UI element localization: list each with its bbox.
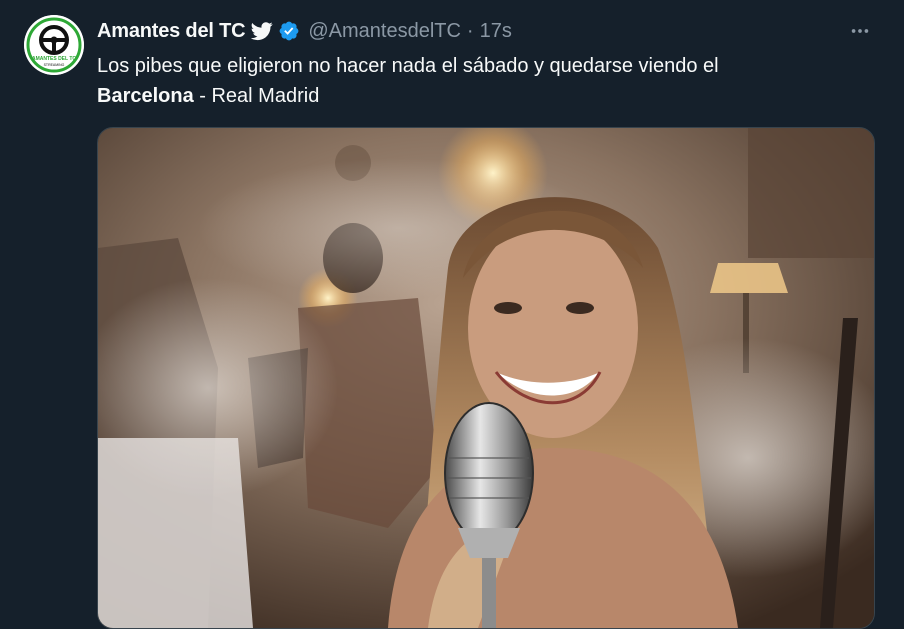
author-display-name[interactable]: Amantes del TC (97, 20, 246, 43)
tweet-text-rest: - Real Madrid (193, 85, 320, 107)
twitter-bird-icon (251, 20, 273, 42)
video-frame-image (98, 128, 874, 628)
more-options-button[interactable] (843, 18, 877, 44)
tweet-timestamp[interactable]: 17s (480, 20, 512, 43)
author-handle[interactable]: @AmantesdelTC (308, 20, 461, 43)
avatar-logo-icon: AMANTES DEL TC STREAMING (24, 15, 84, 75)
tweet-card[interactable]: AMANTES DEL TC STREAMING Amantes del TC … (0, 0, 904, 629)
tweet-text-bold: Barcelona (97, 85, 194, 107)
verified-badge-icon[interactable] (278, 20, 300, 42)
svg-text:AMANTES DEL TC: AMANTES DEL TC (32, 56, 76, 62)
tweet-text: Los pibes que eligieron no hacer nada el… (97, 51, 857, 111)
author-avatar[interactable]: AMANTES DEL TC STREAMING (24, 15, 84, 75)
header-separator: · (466, 19, 474, 42)
more-options-icon (851, 29, 869, 33)
svg-text:STREAMING: STREAMING (44, 63, 65, 67)
tweet-media-video[interactable] (97, 127, 875, 629)
tweet-header: Amantes del TC @AmantesdelTC · 17s (97, 18, 512, 44)
tweet-text-line: Los pibes que eligieron no hacer nada el… (97, 55, 719, 77)
